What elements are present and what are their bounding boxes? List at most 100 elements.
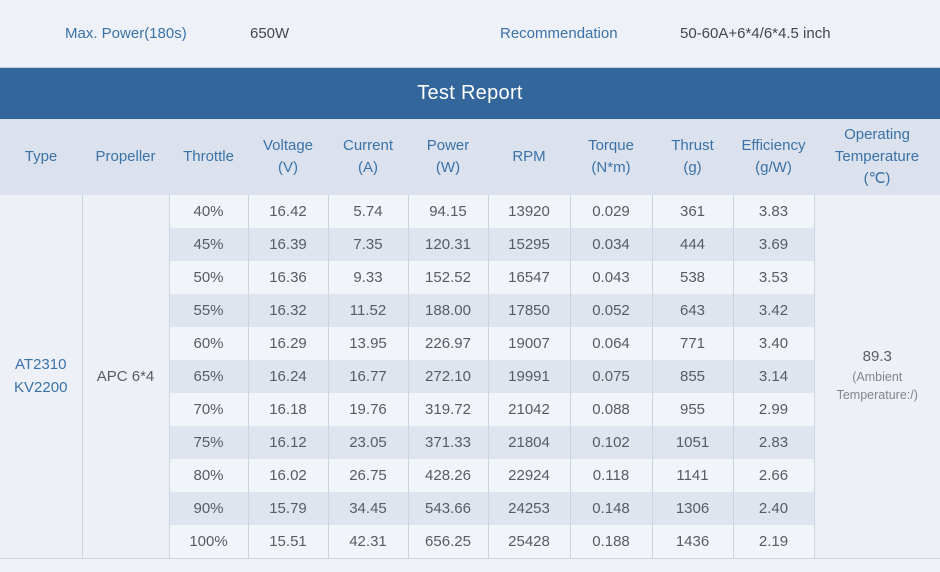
type-line2: KV2200 — [0, 376, 82, 399]
rpm-cell: 19007 — [488, 327, 570, 360]
current-cell: 13.95 — [328, 327, 408, 360]
throttle-cell: 50% — [169, 261, 248, 294]
power-cell: 94.15 — [408, 195, 488, 228]
torque-cell: 0.043 — [570, 261, 652, 294]
rpm-cell: 21804 — [488, 426, 570, 459]
power-cell: 319.72 — [408, 393, 488, 426]
page-title: Test Report — [417, 82, 523, 105]
efficiency-cell: 2.99 — [733, 393, 814, 426]
efficiency-cell: 3.53 — [733, 261, 814, 294]
throttle-cell: 70% — [169, 393, 248, 426]
header-type: Type — [0, 119, 82, 195]
efficiency-cell: 2.66 — [733, 459, 814, 492]
report-table-body: AT2310KV2200APC 6*440% 16.42 5.74 94.15 … — [0, 195, 940, 558]
thrust-cell: 1306 — [652, 492, 733, 525]
current-cell: 5.74 — [328, 195, 408, 228]
rpm-cell: 25428 — [488, 525, 570, 558]
header-rpm: RPM — [488, 119, 570, 195]
throttle-cell: 55% — [169, 294, 248, 327]
rpm-cell: 13920 — [488, 195, 570, 228]
current-cell: 23.05 — [328, 426, 408, 459]
torque-cell: 0.034 — [570, 228, 652, 261]
table-header-row: Type Propeller Throttle Voltage(V) Curre… — [0, 119, 940, 195]
efficiency-cell: 3.42 — [733, 294, 814, 327]
torque-cell: 0.148 — [570, 492, 652, 525]
motor-spec-page: Max. Power(180s) 650W Recommendation 50-… — [0, 0, 940, 572]
propeller-cell: APC 6*4 — [82, 195, 169, 558]
rpm-cell: 15295 — [488, 228, 570, 261]
power-cell: 656.25 — [408, 525, 488, 558]
power-cell: 120.31 — [408, 228, 488, 261]
temperature-value: 89.3 — [815, 348, 940, 365]
voltage-cell: 16.12 — [248, 426, 328, 459]
current-cell: 42.31 — [328, 525, 408, 558]
efficiency-cell: 3.69 — [733, 228, 814, 261]
max-power-value: 650W — [250, 0, 289, 67]
test-report-title-bar: Test Report — [0, 68, 940, 119]
voltage-cell: 16.24 — [248, 360, 328, 393]
max-power-label: Max. Power(180s) — [65, 0, 187, 67]
voltage-cell: 16.29 — [248, 327, 328, 360]
torque-cell: 0.075 — [570, 360, 652, 393]
voltage-cell: 16.36 — [248, 261, 328, 294]
header-power: Power(W) — [408, 119, 488, 195]
spec-summary-bar: Max. Power(180s) 650W Recommendation 50-… — [0, 0, 940, 68]
header-torque: Torque(N*m) — [570, 119, 652, 195]
throttle-cell: 100% — [169, 525, 248, 558]
throttle-cell: 90% — [169, 492, 248, 525]
type-line1: AT2310 — [0, 353, 82, 376]
throttle-cell: 40% — [169, 195, 248, 228]
torque-cell: 0.064 — [570, 327, 652, 360]
power-cell: 188.00 — [408, 294, 488, 327]
thrust-cell: 955 — [652, 393, 733, 426]
efficiency-cell: 3.40 — [733, 327, 814, 360]
header-propeller: Propeller — [82, 119, 169, 195]
table-row: AT2310KV2200APC 6*440% 16.42 5.74 94.15 … — [0, 195, 940, 228]
rpm-cell: 17850 — [488, 294, 570, 327]
efficiency-cell: 2.40 — [733, 492, 814, 525]
throttle-cell: 60% — [169, 327, 248, 360]
ambient-temperature-note: (Ambient Temperature:/) — [815, 368, 940, 404]
thrust-cell: 643 — [652, 294, 733, 327]
operating-temperature-cell: 89.3 (Ambient Temperature:/) — [814, 195, 940, 558]
voltage-cell: 16.32 — [248, 294, 328, 327]
power-cell: 428.26 — [408, 459, 488, 492]
current-cell: 34.45 — [328, 492, 408, 525]
voltage-cell: 16.18 — [248, 393, 328, 426]
voltage-cell: 16.39 — [248, 228, 328, 261]
throttle-cell: 80% — [169, 459, 248, 492]
torque-cell: 0.102 — [570, 426, 652, 459]
current-cell: 11.52 — [328, 294, 408, 327]
recommendation-value: 50-60A+6*4/6*4.5 inch — [680, 0, 831, 67]
header-throttle: Throttle — [169, 119, 248, 195]
current-cell: 9.33 — [328, 261, 408, 294]
rpm-cell: 19991 — [488, 360, 570, 393]
recommendation-label: Recommendation — [500, 0, 618, 67]
thrust-cell: 444 — [652, 228, 733, 261]
power-cell: 371.33 — [408, 426, 488, 459]
header-efficiency: Efficiency(g/W) — [733, 119, 814, 195]
rpm-cell: 21042 — [488, 393, 570, 426]
power-cell: 226.97 — [408, 327, 488, 360]
thrust-cell: 538 — [652, 261, 733, 294]
throttle-cell: 65% — [169, 360, 248, 393]
torque-cell: 0.188 — [570, 525, 652, 558]
throttle-cell: 75% — [169, 426, 248, 459]
throttle-cell: 45% — [169, 228, 248, 261]
header-thrust: Thrust(g) — [652, 119, 733, 195]
voltage-cell: 15.79 — [248, 492, 328, 525]
thrust-cell: 1141 — [652, 459, 733, 492]
current-cell: 19.76 — [328, 393, 408, 426]
test-report-table: Type Propeller Throttle Voltage(V) Curre… — [0, 119, 940, 559]
voltage-cell: 16.02 — [248, 459, 328, 492]
torque-cell: 0.052 — [570, 294, 652, 327]
thrust-cell: 855 — [652, 360, 733, 393]
current-cell: 7.35 — [328, 228, 408, 261]
power-cell: 543.66 — [408, 492, 488, 525]
thrust-cell: 361 — [652, 195, 733, 228]
power-cell: 272.10 — [408, 360, 488, 393]
efficiency-cell: 3.83 — [733, 195, 814, 228]
efficiency-cell: 2.83 — [733, 426, 814, 459]
voltage-cell: 15.51 — [248, 525, 328, 558]
thrust-cell: 1051 — [652, 426, 733, 459]
